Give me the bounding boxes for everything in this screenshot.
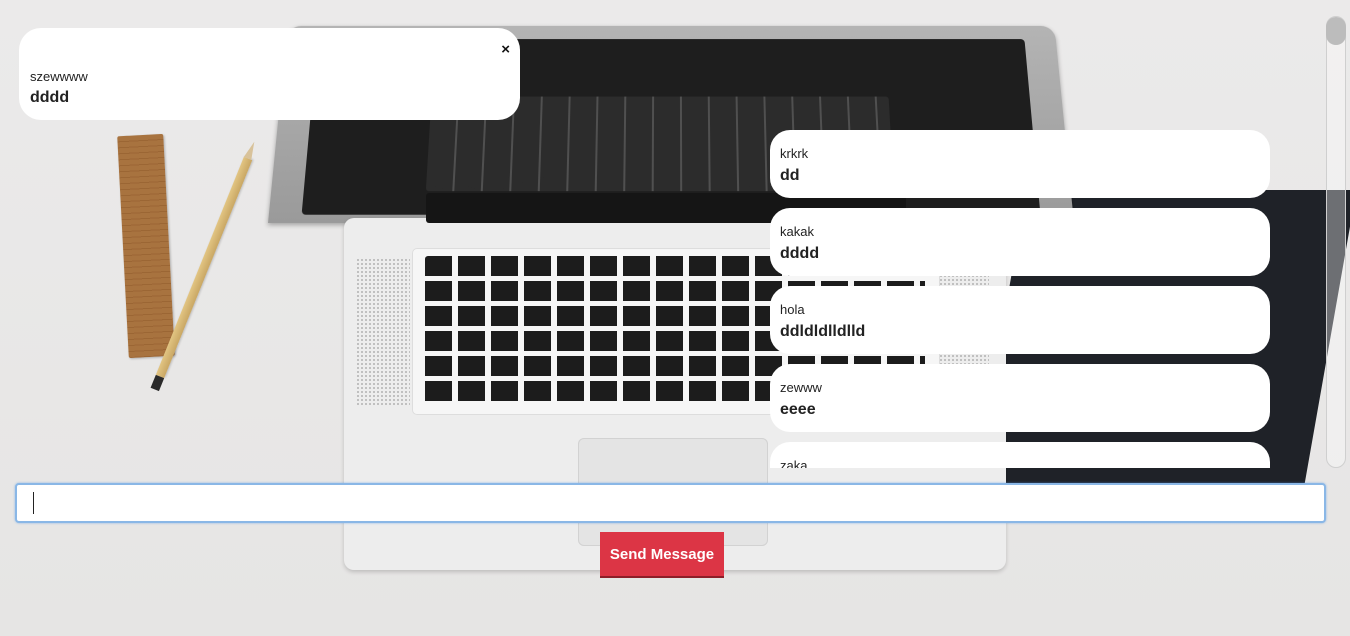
scrollbar-track[interactable] [1326,16,1346,468]
message-list[interactable]: krkrk dd kakak dddd hola ddldldlldlld ze… [770,130,1270,468]
popup-sender: szewwww [30,69,88,84]
speaker-grille-image [356,258,410,406]
notification-popup: × szewwww dddd [19,28,520,120]
close-icon[interactable]: × [501,42,510,57]
message-text: eeee [780,401,816,418]
message-text: dd [780,167,800,184]
popup-message-text: dddd [30,89,70,106]
send-message-button[interactable]: Send Message [600,532,724,578]
message-item: kakak dddd [770,208,1270,276]
message-item: krkrk dd [770,130,1270,198]
message-sender: zewww [780,380,822,395]
ruler-image [117,133,175,359]
message-sender: kakak [780,224,814,239]
message-item: hola ddldldlldlld [770,286,1270,354]
scrollbar-thumb[interactable] [1326,17,1346,45]
pencil-image [155,156,253,379]
message-sender: krkrk [780,146,809,161]
message-sender: zaka [780,458,808,468]
message-text: dddd [780,245,820,262]
text-caret [33,492,34,514]
message-input[interactable] [15,483,1326,523]
message-sender: hola [780,302,805,317]
message-item: zaka [770,442,1270,468]
message-text: ddldldlldlld [780,323,866,340]
message-item: zewww eeee [770,364,1270,432]
